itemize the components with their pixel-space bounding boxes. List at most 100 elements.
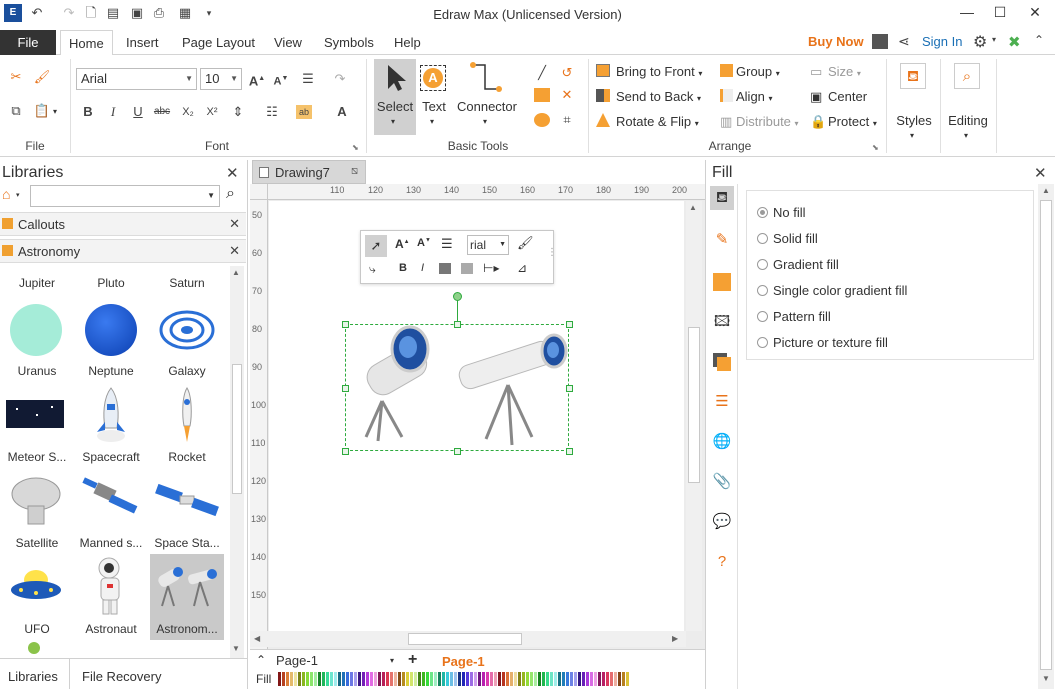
buy-now-link[interactable]: Buy Now: [808, 34, 864, 49]
color-swatch[interactable]: [626, 672, 629, 686]
resize-handle[interactable]: [342, 321, 349, 328]
color-swatch[interactable]: [502, 672, 505, 686]
color-swatch[interactable]: [434, 672, 437, 686]
page-nav-up-icon[interactable]: ⌃: [256, 653, 266, 667]
center-button[interactable]: Center: [828, 89, 867, 104]
color-swatch[interactable]: [442, 672, 445, 686]
canvas-horizontal-scrollbar[interactable]: ◀ ▶: [250, 631, 686, 647]
radio-button[interactable]: [757, 337, 768, 348]
resize-handle[interactable]: [342, 385, 349, 392]
scrollbar-thumb[interactable]: [232, 364, 242, 494]
close-tab-icon[interactable]: ⧅: [351, 165, 358, 178]
mini-toolbar-grip-icon[interactable]: ⋮: [547, 247, 557, 258]
tab-insert[interactable]: Insert: [118, 30, 167, 55]
color-swatch[interactable]: [294, 672, 297, 686]
scrollbar-thumb[interactable]: [688, 327, 700, 483]
shape-space-station[interactable]: Space Sta...: [150, 468, 224, 552]
category-callouts[interactable]: Callouts ✕: [0, 212, 246, 236]
color-swatch[interactable]: [534, 672, 537, 686]
cross-tool-icon[interactable]: ✕: [557, 85, 577, 105]
scroll-down-icon[interactable]: ▼: [232, 644, 240, 653]
brand-x-icon[interactable]: ✖: [1008, 33, 1021, 51]
close-category-icon[interactable]: ✕: [229, 216, 240, 232]
mini-font-select[interactable]: rial ▼: [467, 235, 509, 255]
page-select[interactable]: Page-1 ▾: [276, 652, 396, 670]
radio-button[interactable]: [757, 207, 768, 218]
color-swatch[interactable]: [278, 672, 281, 686]
color-swatch[interactable]: [342, 672, 345, 686]
text-tool-button[interactable]: A Text ▾: [418, 59, 450, 135]
color-swatch[interactable]: [370, 672, 373, 686]
mini-select-icon[interactable]: ➚: [365, 235, 387, 257]
color-swatch[interactable]: [446, 672, 449, 686]
color-swatch[interactable]: [318, 672, 321, 686]
resize-handle[interactable]: [566, 385, 573, 392]
share-icon[interactable]: ⋖: [898, 33, 910, 50]
color-swatch[interactable]: [358, 672, 361, 686]
tab-view[interactable]: View: [266, 30, 310, 55]
color-swatch[interactable]: [614, 672, 617, 686]
shape-spacecraft[interactable]: Spacecraft: [74, 382, 148, 466]
color-swatch[interactable]: [322, 672, 325, 686]
drawing-page[interactable]: ➚ A▲ A▼ ☰ rial ▼ 🖌 ⤷ B I ⊢▸ ⊿ ⋮: [269, 201, 684, 631]
line-style-icon[interactable]: ✎: [710, 228, 734, 252]
color-swatch[interactable]: [470, 672, 473, 686]
resize-handle[interactable]: [566, 448, 573, 455]
color-swatch[interactable]: [310, 672, 313, 686]
color-swatch[interactable]: [450, 672, 453, 686]
line-tool-icon[interactable]: ╱: [532, 63, 552, 83]
color-swatch[interactable]: [406, 672, 409, 686]
color-swatch[interactable]: [402, 672, 405, 686]
color-swatch[interactable]: [290, 672, 293, 686]
color-swatch[interactable]: [574, 672, 577, 686]
color-swatch[interactable]: [430, 672, 433, 686]
color-swatch[interactable]: [362, 672, 365, 686]
superscript-icon[interactable]: X²: [202, 102, 222, 122]
color-swatch[interactable]: [454, 672, 457, 686]
color-swatch[interactable]: [594, 672, 597, 686]
color-swatch[interactable]: [390, 672, 393, 686]
color-swatch[interactable]: [374, 672, 377, 686]
text-direction-icon[interactable]: ↷: [330, 69, 350, 89]
color-swatch[interactable]: [554, 672, 557, 686]
rotate-handle[interactable]: [453, 292, 462, 301]
scrollbar-thumb[interactable]: [408, 633, 522, 645]
ellipse-tool-icon[interactable]: [534, 113, 550, 127]
paste-icon[interactable]: 📋: [32, 101, 52, 121]
color-swatch[interactable]: [606, 672, 609, 686]
arrange-dialog-launcher-icon[interactable]: ⬊: [872, 143, 879, 152]
styles-button[interactable]: ⛾ Styles ▾: [894, 59, 934, 145]
group-button[interactable]: Group ▾: [736, 64, 780, 79]
scroll-left-icon[interactable]: ◀: [254, 634, 260, 643]
document-tab[interactable]: Drawing7 ⧅: [252, 160, 366, 184]
color-swatch[interactable]: [414, 672, 417, 686]
shape-astronaut[interactable]: Astronaut: [74, 554, 148, 638]
bring-to-front-button[interactable]: Bring to Front ▾: [616, 64, 702, 79]
mini-align-icon[interactable]: ☰: [441, 236, 453, 252]
send-to-back-button[interactable]: Send to Back ▾: [616, 89, 701, 104]
resize-handle[interactable]: [454, 321, 461, 328]
tab-file-recovery[interactable]: File Recovery: [82, 669, 161, 684]
fill-option-pattern[interactable]: Pattern fill: [757, 309, 831, 324]
color-swatch[interactable]: [338, 672, 341, 686]
resize-handle[interactable]: [566, 321, 573, 328]
color-swatch[interactable]: [422, 672, 425, 686]
color-swatch[interactable]: [586, 672, 589, 686]
copy-icon[interactable]: ⧉: [6, 101, 26, 121]
crop-tool-icon[interactable]: ⌗: [557, 110, 577, 130]
close-window-button[interactable]: ✕: [1020, 2, 1050, 22]
file-menu-tab[interactable]: File: [0, 30, 56, 55]
color-swatch[interactable]: [522, 672, 525, 686]
shape-meteor-shower[interactable]: Meteor S...: [0, 382, 74, 466]
color-swatch[interactable]: [558, 672, 561, 686]
color-swatch[interactable]: [386, 672, 389, 686]
shape-ufo[interactable]: UFO: [0, 554, 74, 638]
fill-option-gradient[interactable]: Gradient fill: [757, 257, 839, 272]
scroll-down-icon[interactable]: ▼: [1042, 674, 1050, 683]
size-button[interactable]: Size ▾: [828, 64, 861, 79]
close-libraries-icon[interactable]: ✕: [226, 164, 239, 182]
shape-jupiter[interactable]: Jupiter: [0, 276, 74, 296]
font-color-icon[interactable]: A: [332, 102, 352, 122]
editing-button[interactable]: ⌕ Editing ▾: [946, 59, 990, 145]
cart-icon[interactable]: [872, 34, 888, 49]
